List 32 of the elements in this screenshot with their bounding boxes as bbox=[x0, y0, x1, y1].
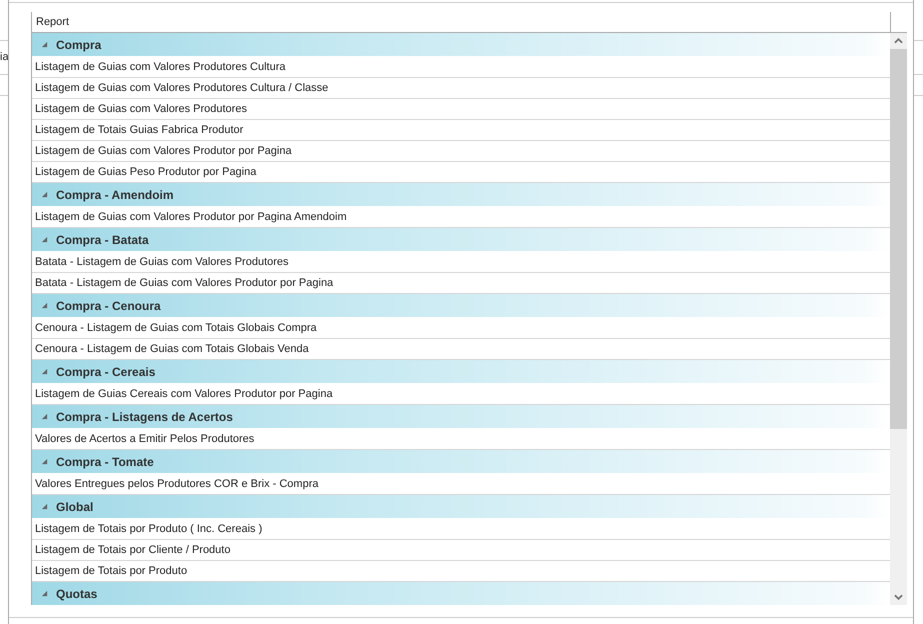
report-row[interactable]: Listagem de Totais Guias Fabrica Produtor bbox=[32, 120, 890, 141]
scroll-down-icon[interactable] bbox=[894, 593, 903, 601]
group-label: Compra bbox=[56, 38, 102, 52]
report-row[interactable]: Listagem de Totais por Produto ( Inc. Cereais ) bbox=[32, 519, 890, 540]
column-header[interactable]: Report bbox=[31, 12, 890, 32]
expander-icon[interactable] bbox=[41, 302, 48, 309]
expander-icon[interactable] bbox=[41, 590, 48, 597]
scroll-up-icon[interactable] bbox=[894, 37, 903, 45]
scroll-thumb[interactable] bbox=[890, 49, 907, 429]
expander-icon[interactable] bbox=[41, 368, 48, 375]
group-label: Compra - Cenoura bbox=[56, 298, 161, 312]
expander-icon[interactable] bbox=[41, 458, 48, 465]
report-row[interactable]: Cenoura - Listagem de Guias com Totais Globais Compra bbox=[32, 318, 890, 339]
group-label: Global bbox=[56, 500, 94, 514]
expander-icon[interactable] bbox=[41, 191, 48, 198]
report-row[interactable]: Listagem de Guias com Valores Produtor por Pagina bbox=[32, 141, 890, 162]
expander-icon[interactable] bbox=[41, 503, 48, 510]
expander-icon[interactable] bbox=[41, 236, 48, 243]
expander-icon[interactable] bbox=[41, 413, 48, 420]
scrollbar[interactable] bbox=[890, 33, 907, 605]
report-row[interactable]: Listagem de Totais por Cliente / Produto bbox=[32, 540, 890, 561]
group-label: Compra - Listagens de Acertos bbox=[56, 410, 233, 424]
group-label: Compra - Amendoim bbox=[56, 188, 174, 202]
report-row[interactable]: Listagem de Guias com Valores Produtores Cultura bbox=[32, 57, 890, 78]
report-row[interactable]: Batata - Listagem de Guias com Valores Produtores bbox=[32, 252, 890, 273]
expander-icon[interactable] bbox=[41, 41, 48, 48]
group-label: Compra - Batata bbox=[56, 232, 149, 246]
report-row[interactable]: Listagem de Guias com Valores Produtores Cultura / Classe bbox=[32, 78, 890, 99]
report-row[interactable]: Listagem de Guias com Valores Produtores bbox=[32, 99, 890, 120]
group-label: Compra - Cereais bbox=[56, 364, 156, 378]
group-label: Compra - Tomate bbox=[56, 454, 154, 468]
group-label: Quotas bbox=[56, 586, 98, 600]
